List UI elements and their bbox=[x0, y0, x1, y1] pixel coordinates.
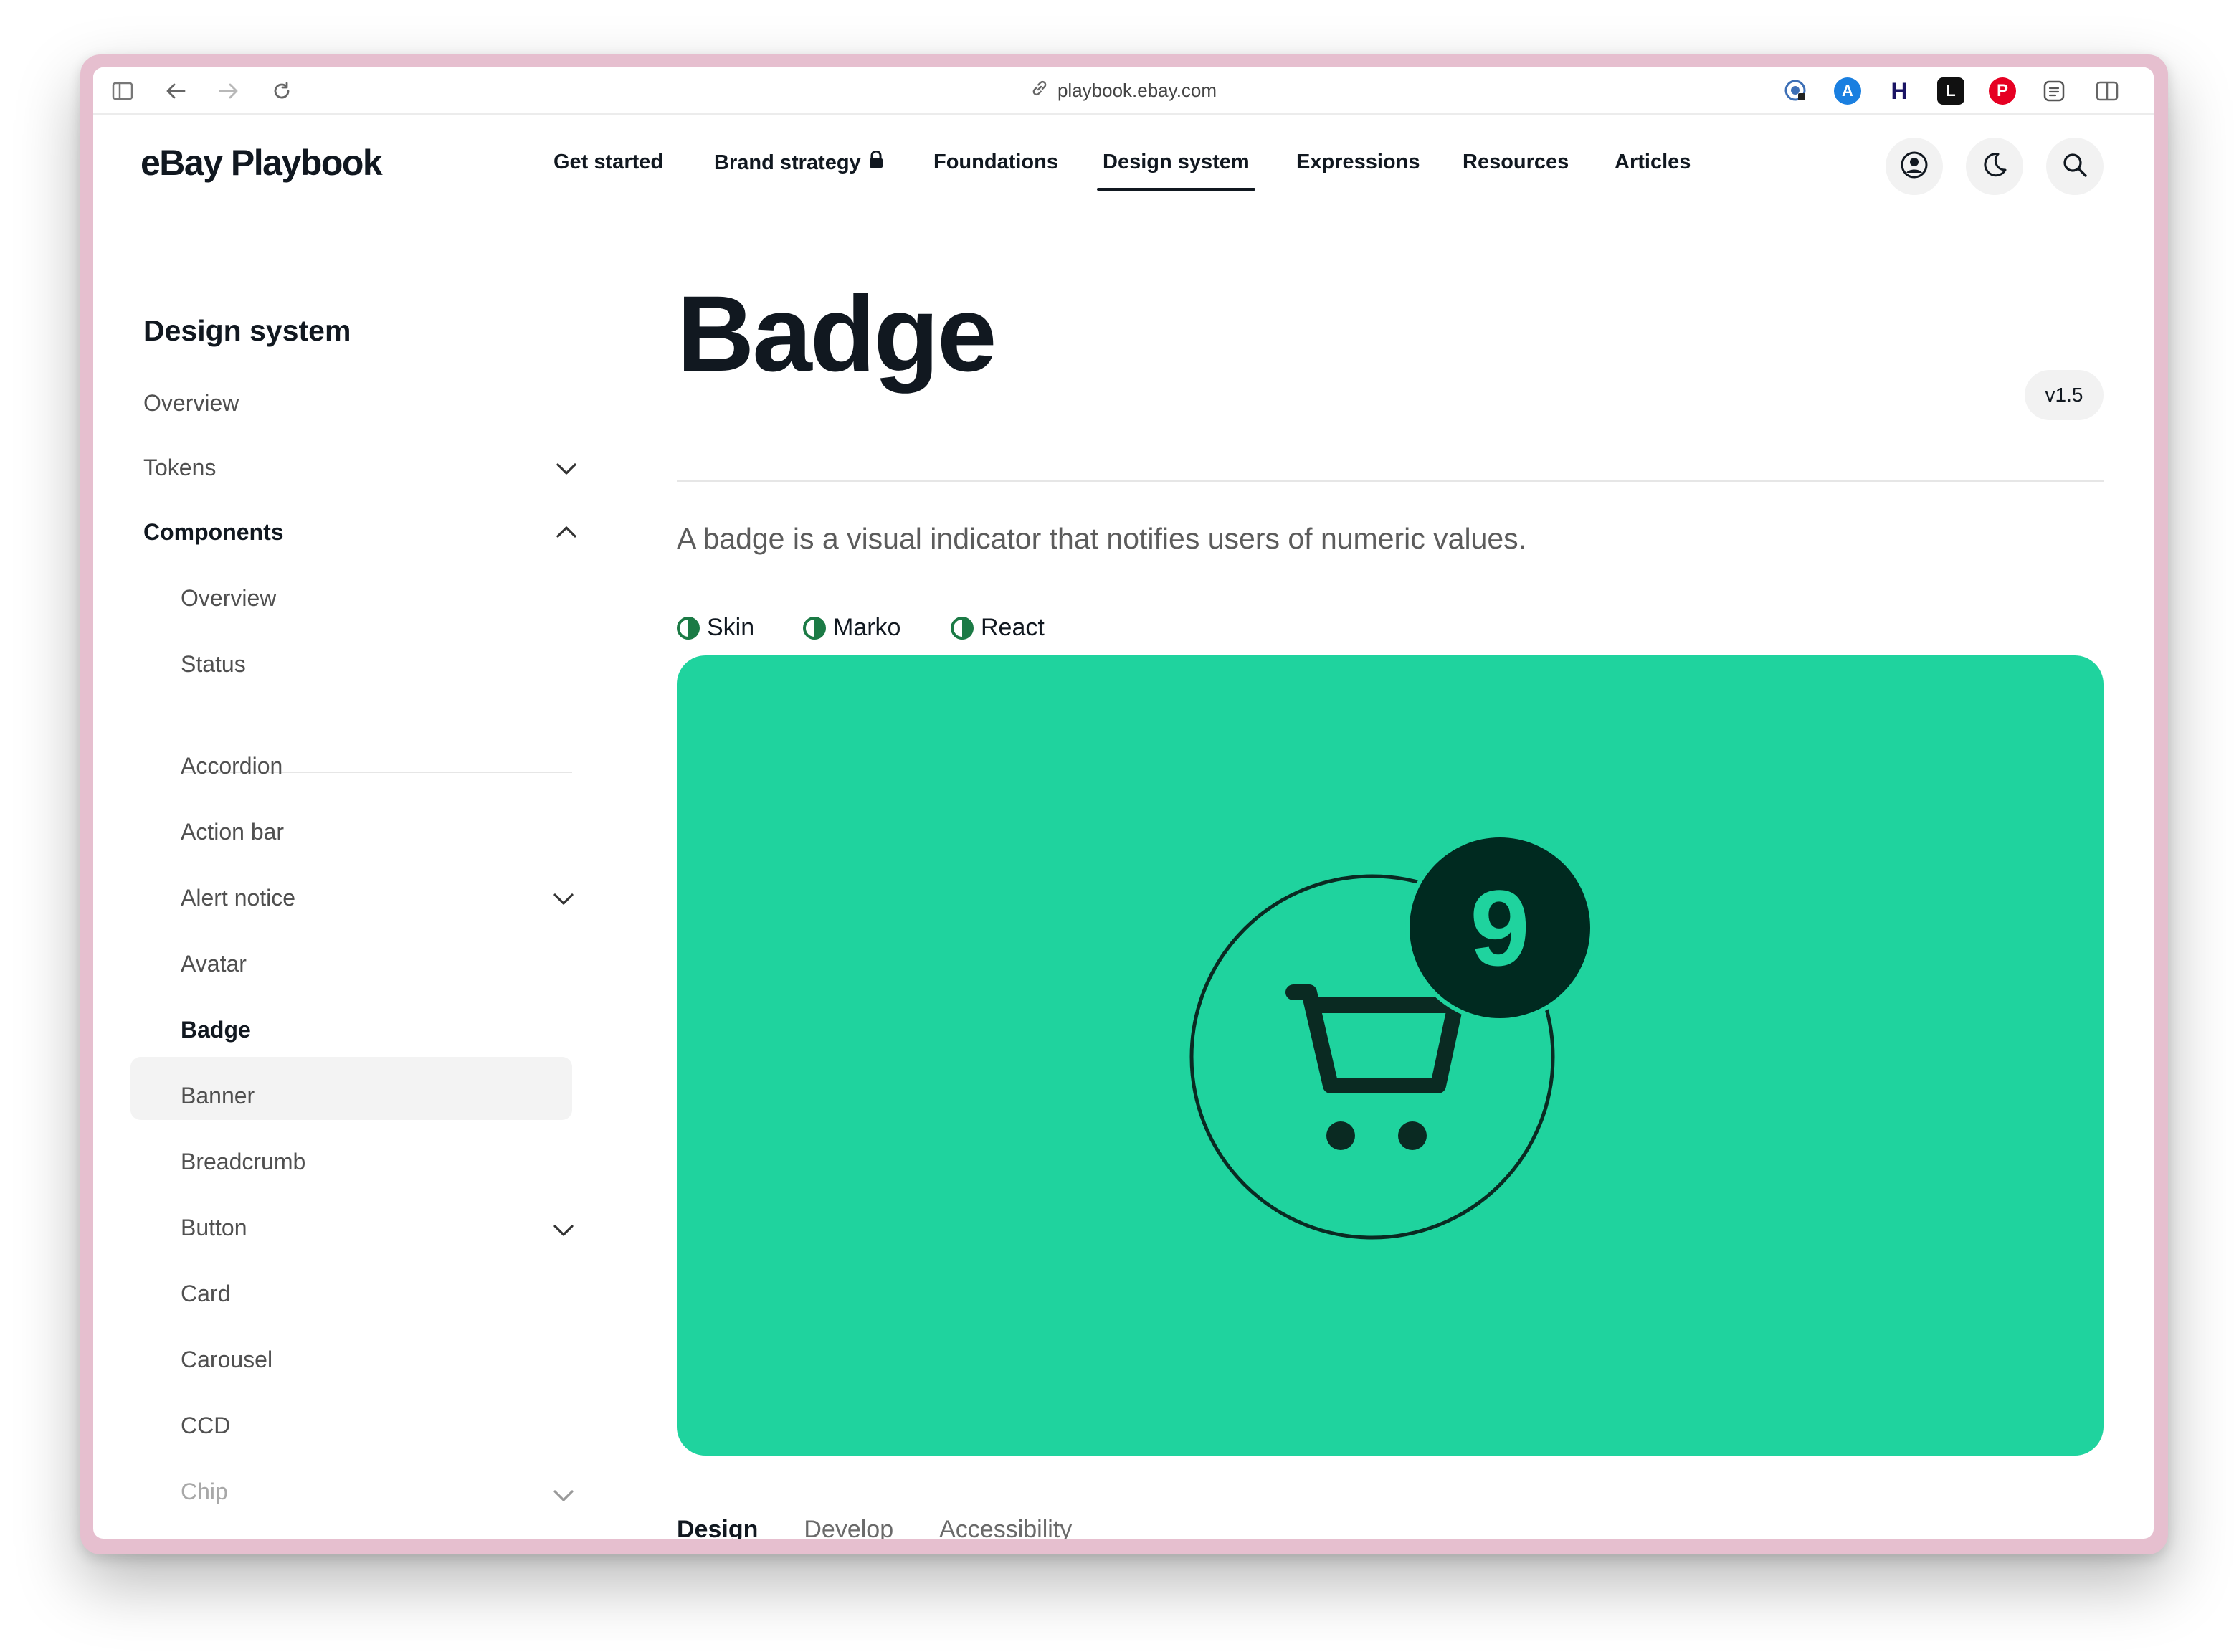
sidebar-item-action-bar[interactable]: Action bar bbox=[181, 819, 284, 845]
content-tabs: Design Develop Accessibility bbox=[677, 1516, 1072, 1539]
tab-develop[interactable]: Develop bbox=[804, 1516, 893, 1539]
sidebar-item-status[interactable]: Status bbox=[181, 651, 246, 678]
nav-resources[interactable]: Resources bbox=[1463, 151, 1569, 174]
nav-articles[interactable]: Articles bbox=[1615, 151, 1691, 174]
back-arrow-icon[interactable] bbox=[162, 77, 189, 105]
shopping-cart-icon bbox=[1285, 984, 1463, 1093]
chevron-down-icon[interactable] bbox=[549, 885, 578, 913]
lock-icon bbox=[868, 150, 884, 175]
user-icon bbox=[1900, 151, 1929, 183]
framework-skin[interactable]: Skin bbox=[677, 614, 754, 642]
split-view-icon[interactable] bbox=[2093, 77, 2121, 105]
sidebar-item-badge[interactable]: Badge bbox=[181, 1017, 251, 1043]
badge-number: 9 bbox=[1470, 868, 1529, 988]
sidebar-item-ccd[interactable]: CCD bbox=[181, 1413, 230, 1439]
sidebar-item-carousel[interactable]: Carousel bbox=[181, 1347, 272, 1373]
password-extension-icon[interactable] bbox=[1782, 77, 1810, 105]
framework-react[interactable]: React bbox=[951, 614, 1045, 642]
tab-accessibility[interactable]: Accessibility bbox=[939, 1516, 1072, 1539]
sidebar-item-chip[interactable]: Chip bbox=[181, 1478, 228, 1505]
sidebar-item-accordion[interactable]: Accordion bbox=[181, 753, 282, 779]
nav-design-system[interactable]: Design system bbox=[1097, 151, 1255, 191]
nav-foundations[interactable]: Foundations bbox=[933, 151, 1058, 174]
browser-toolbar: playbook.ebay.com A H L P bbox=[93, 67, 2154, 115]
nav-brand-strategy[interactable]: Brand strategy bbox=[714, 150, 884, 175]
sidebar-item-components-overview[interactable]: Overview bbox=[181, 585, 276, 612]
sidebar-item-avatar[interactable]: Avatar bbox=[181, 951, 247, 977]
framework-label: Marko bbox=[833, 614, 901, 641]
cart-wheel-left bbox=[1326, 1121, 1355, 1150]
chevron-down-icon[interactable] bbox=[549, 1216, 578, 1245]
account-button[interactable] bbox=[1886, 138, 1943, 195]
link-icon bbox=[1030, 79, 1049, 103]
sidebar-item-alert-notice[interactable]: Alert notice bbox=[181, 885, 295, 911]
chevron-down-icon[interactable] bbox=[552, 455, 581, 483]
sidebar-item-button[interactable]: Button bbox=[181, 1215, 247, 1241]
dark-mode-button[interactable] bbox=[1966, 138, 2023, 195]
h-extension-icon[interactable]: H bbox=[1886, 77, 1913, 105]
search-button[interactable] bbox=[2046, 138, 2104, 195]
layers-extension-icon[interactable] bbox=[2040, 77, 2068, 105]
version-badge: v1.5 bbox=[2025, 370, 2104, 420]
url-text: playbook.ebay.com bbox=[1057, 79, 1217, 101]
browser-viewport: playbook.ebay.com A H L P eBay Playbook … bbox=[93, 67, 2154, 1539]
framework-marko[interactable]: Marko bbox=[803, 614, 900, 642]
browser-window: playbook.ebay.com A H L P eBay Playbook … bbox=[80, 54, 2168, 1554]
sidebar-item-components[interactable]: Components bbox=[143, 519, 284, 546]
status-half-circle-icon bbox=[677, 616, 700, 640]
sidebar-item-overview[interactable]: Overview bbox=[143, 390, 239, 417]
search-icon bbox=[2061, 151, 2088, 182]
nav-brand-strategy-label: Brand strategy bbox=[714, 151, 861, 174]
nav-expressions[interactable]: Expressions bbox=[1296, 151, 1420, 174]
forward-arrow-icon[interactable] bbox=[215, 77, 242, 105]
l-extension-icon[interactable]: L bbox=[1937, 77, 1964, 105]
moon-icon bbox=[1981, 151, 2008, 182]
site-logo[interactable]: eBay Playbook bbox=[141, 142, 383, 184]
status-half-circle-icon bbox=[951, 616, 974, 640]
address-bar[interactable]: playbook.ebay.com bbox=[998, 76, 1249, 105]
page-description: A badge is a visual indicator that notif… bbox=[677, 522, 1527, 555]
sidebar-item-banner[interactable]: Banner bbox=[181, 1083, 255, 1109]
framework-label: React bbox=[981, 614, 1045, 641]
sidebar-title: Design system bbox=[143, 314, 351, 347]
tab-design[interactable]: Design bbox=[677, 1516, 758, 1539]
hero-illustration: 9 bbox=[677, 655, 2104, 1456]
cart-wheel-right bbox=[1398, 1121, 1427, 1150]
page-title: Badge bbox=[677, 273, 997, 394]
reload-icon[interactable] bbox=[268, 77, 295, 105]
badge-illustration: 9 bbox=[1189, 833, 1594, 1240]
sidebar-item-tokens[interactable]: Tokens bbox=[143, 455, 216, 481]
sidebar-item-card[interactable]: Card bbox=[181, 1281, 230, 1307]
chevron-up-icon[interactable] bbox=[552, 518, 581, 546]
pinterest-icon[interactable]: P bbox=[1989, 77, 2016, 105]
status-half-circle-icon bbox=[803, 616, 826, 640]
sidebar-item-breadcrumb[interactable]: Breadcrumb bbox=[181, 1149, 305, 1175]
chevron-down-icon[interactable] bbox=[549, 1481, 578, 1510]
sidebar-toggle-icon[interactable] bbox=[109, 77, 136, 105]
title-divider bbox=[677, 480, 2104, 482]
app-store-icon[interactable]: A bbox=[1834, 77, 1861, 105]
framework-label: Skin bbox=[707, 614, 755, 641]
nav-get-started[interactable]: Get started bbox=[553, 151, 663, 174]
site-header: eBay Playbook Get started Brand strategy… bbox=[93, 115, 2154, 215]
